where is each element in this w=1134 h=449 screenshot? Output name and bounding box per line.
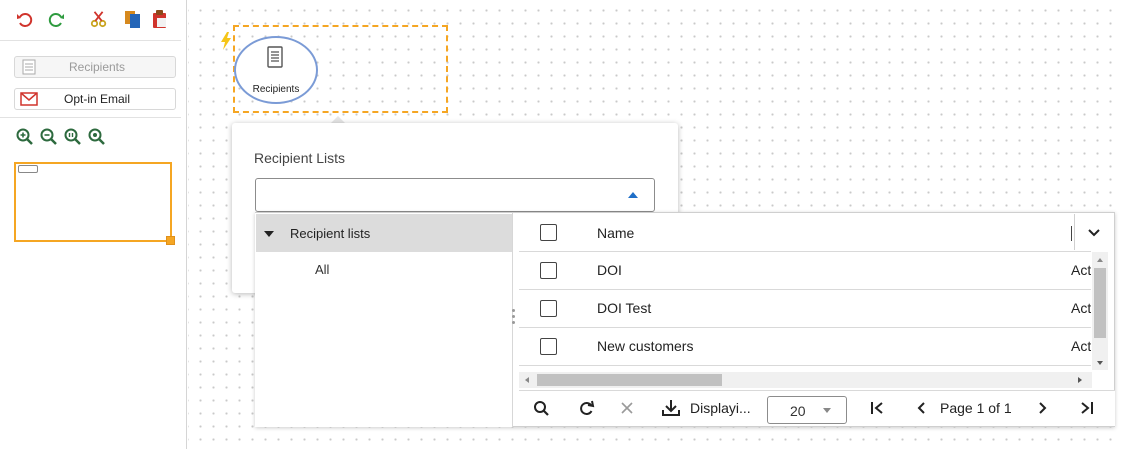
refresh-icon[interactable] [575, 396, 597, 420]
column-header-name[interactable]: Name [597, 225, 634, 241]
palette-recipients-label: Recipients [68, 60, 126, 74]
row-checkbox[interactable] [540, 300, 557, 317]
row-checkbox[interactable] [540, 262, 557, 279]
row-name: DOI Test [597, 300, 652, 316]
cut-icon[interactable] [90, 10, 108, 28]
column-header-status-edge [1071, 226, 1072, 241]
zoom-actual-icon[interactable] [64, 128, 82, 146]
row-name: DOI [597, 262, 622, 278]
scroll-up-icon[interactable] [1097, 258, 1103, 262]
tree-item-recipient-lists-label: Recipient lists [290, 226, 371, 241]
overview-resize-handle[interactable] [166, 236, 175, 245]
popup-title: Recipient Lists [254, 150, 346, 166]
page-size-value: 20 [790, 403, 806, 419]
chevron-up-icon[interactable] [628, 192, 638, 198]
page-size-select[interactable]: 20 [767, 396, 847, 424]
chevron-down-icon [823, 408, 831, 413]
next-page-icon[interactable] [1034, 396, 1052, 420]
copy-icon[interactable] [124, 10, 142, 28]
row-checkbox[interactable] [540, 338, 557, 355]
zoom-fit-icon[interactable] [88, 128, 106, 146]
search-icon[interactable] [530, 396, 552, 420]
canvas-right-margin [1120, 0, 1134, 449]
palette-optin-email-label: Opt-in Email [63, 92, 131, 106]
row-status: Active [1071, 262, 1091, 278]
zoom-out-icon[interactable] [40, 128, 58, 146]
undo-icon[interactable] [16, 11, 34, 29]
last-page-icon[interactable] [1076, 396, 1098, 420]
email-icon [19, 90, 39, 108]
column-menu-button[interactable] [1074, 214, 1112, 250]
clear-icon[interactable] [616, 396, 638, 420]
row-name: New customers [597, 338, 694, 354]
row-status: Active [1071, 300, 1091, 316]
page-info: Page 1 of 1 [940, 400, 1012, 416]
recipients-node-label: Recipients [252, 84, 300, 95]
palette-optin-email-button[interactable]: Opt-in Email [14, 88, 176, 110]
palette-divider [0, 117, 181, 118]
first-page-icon[interactable] [866, 396, 888, 420]
overview-viewport[interactable] [14, 162, 172, 242]
scroll-right-icon[interactable] [1078, 377, 1082, 383]
row-status: Active [1071, 338, 1091, 354]
redo-icon[interactable] [47, 11, 65, 29]
left-toolbar-panel: Recipients Opt-in Email [0, 0, 187, 449]
recipient-lists-combobox[interactable] [255, 178, 655, 212]
chevron-down-icon [1087, 225, 1100, 240]
lightning-icon [220, 32, 232, 53]
zoom-in-icon[interactable] [16, 128, 34, 146]
splitter-handle[interactable] [512, 306, 516, 330]
pager-display-text: Displayi... [690, 400, 751, 416]
select-all-checkbox[interactable] [540, 224, 557, 241]
overview-node-thumbnail [18, 165, 38, 173]
horizontal-scrollbar-thumb[interactable] [537, 374, 722, 386]
palette-recipients-button[interactable]: Recipients [14, 56, 176, 78]
export-icon[interactable] [658, 396, 684, 420]
scroll-down-icon[interactable] [1097, 361, 1103, 365]
toolbar-divider [0, 40, 181, 41]
caret-down-icon[interactable] [264, 231, 274, 237]
previous-page-icon[interactable] [912, 396, 930, 420]
scroll-left-icon[interactable] [525, 377, 529, 383]
document-list-icon [266, 46, 284, 71]
vertical-scrollbar-thumb[interactable] [1094, 268, 1106, 338]
tree-item-all[interactable]: All [315, 262, 329, 277]
document-list-icon [19, 58, 39, 76]
paste-icon[interactable] [151, 10, 169, 28]
